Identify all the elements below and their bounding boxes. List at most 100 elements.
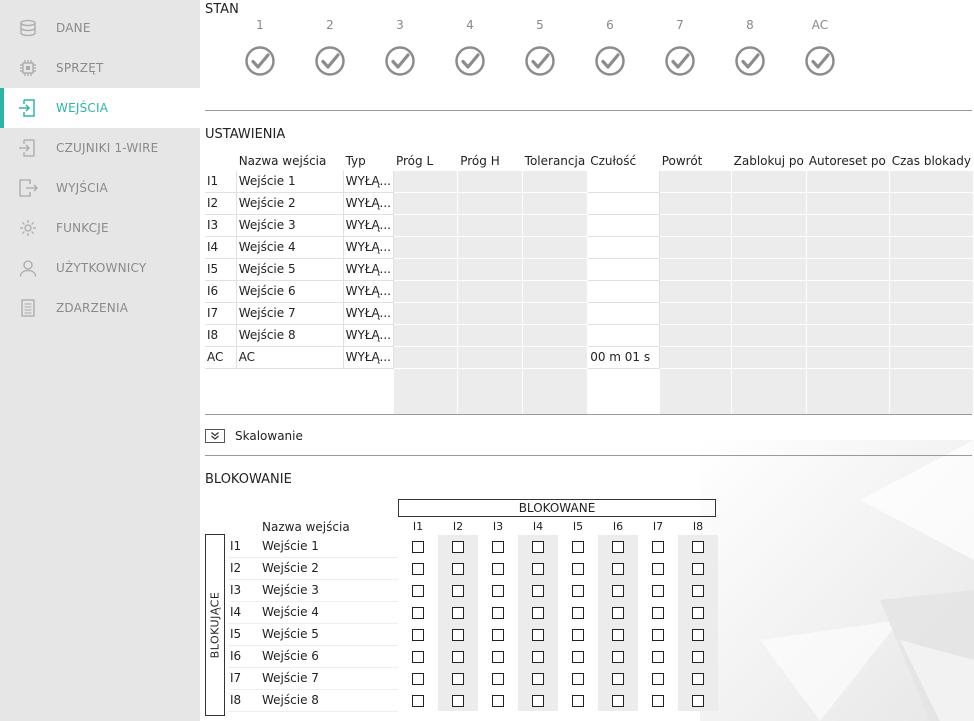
autoreset-field[interactable]	[806, 258, 890, 281]
blocking-checkbox[interactable]	[572, 628, 584, 641]
czulosc-field[interactable]	[587, 236, 660, 259]
blocking-checkbox[interactable]	[572, 694, 584, 707]
czulosc-field[interactable]	[587, 214, 660, 237]
powrot-field[interactable]	[659, 258, 732, 281]
zablokuj-field[interactable]	[731, 302, 807, 325]
czas-blokady-field[interactable]	[889, 302, 974, 325]
tolerancja-field[interactable]	[522, 236, 589, 259]
blocking-checkbox[interactable]	[412, 606, 424, 619]
powrot-field[interactable]	[659, 324, 732, 347]
blocking-checkbox[interactable]	[572, 584, 584, 597]
powrot-field[interactable]	[659, 192, 732, 215]
zablokuj-field[interactable]	[731, 324, 807, 347]
blocking-checkbox[interactable]	[692, 606, 704, 619]
blocking-checkbox[interactable]	[612, 694, 624, 707]
blocking-checkbox[interactable]	[452, 562, 464, 575]
czas-blokady-field[interactable]	[889, 214, 974, 237]
input-name-field[interactable]: Wejście 2	[236, 192, 344, 215]
type-select[interactable]: WYŁĄ...	[343, 236, 394, 259]
prog-h-field[interactable]	[457, 346, 523, 369]
czulosc-field[interactable]	[587, 258, 660, 281]
blocking-checkbox[interactable]	[412, 650, 424, 663]
powrot-field[interactable]	[659, 280, 732, 303]
tolerancja-field[interactable]	[522, 346, 589, 369]
blocking-checkbox[interactable]	[692, 650, 704, 663]
blocking-checkbox[interactable]	[612, 562, 624, 575]
row-id[interactable]: I7	[205, 302, 237, 325]
powrot-field[interactable]	[659, 170, 732, 193]
table-row[interactable]: I2 Wejście 2 WYŁĄ...	[205, 192, 974, 215]
input-name-field[interactable]: Wejście 6	[236, 280, 344, 303]
autoreset-field[interactable]	[806, 324, 890, 347]
powrot-field[interactable]	[659, 346, 732, 369]
blocking-checkbox[interactable]	[452, 606, 464, 619]
zablokuj-field[interactable]	[731, 214, 807, 237]
blocking-checkbox[interactable]	[412, 694, 424, 707]
tolerancja-field[interactable]	[522, 324, 589, 347]
table-row[interactable]: I4 Wejście 4 WYŁĄ...	[205, 236, 974, 259]
autoreset-field[interactable]	[806, 192, 890, 215]
blocking-checkbox[interactable]	[572, 540, 584, 553]
prog-l-field[interactable]	[393, 324, 459, 347]
sidebar-item-dane[interactable]: DANE	[0, 8, 200, 48]
blocking-checkbox[interactable]	[452, 584, 464, 597]
row-id[interactable]: I4	[205, 236, 237, 259]
blocking-checkbox[interactable]	[492, 694, 504, 707]
blocking-checkbox[interactable]	[452, 540, 464, 553]
table-row[interactable]: I5 Wejście 5 WYŁĄ...	[205, 258, 974, 281]
prog-h-field[interactable]	[457, 302, 523, 325]
blocking-checkbox[interactable]	[452, 650, 464, 663]
blocking-checkbox[interactable]	[612, 606, 624, 619]
row-id[interactable]: I8	[205, 324, 237, 347]
autoreset-field[interactable]	[806, 236, 890, 259]
type-select[interactable]: WYŁĄ...	[343, 302, 394, 325]
blocking-checkbox[interactable]	[412, 562, 424, 575]
tolerancja-field[interactable]	[522, 170, 589, 193]
sidebar-item-wyjscia[interactable]: WYJŚCIA	[0, 168, 200, 208]
table-row[interactable]: I6 Wejście 6 WYŁĄ...	[205, 280, 974, 303]
czas-blokady-field[interactable]	[889, 170, 974, 193]
blocking-checkbox[interactable]	[652, 540, 664, 553]
prog-l-field[interactable]	[393, 280, 459, 303]
blocking-checkbox[interactable]	[532, 650, 544, 663]
row-id[interactable]: AC	[205, 346, 237, 369]
blocking-checkbox[interactable]	[572, 606, 584, 619]
prog-l-field[interactable]	[393, 170, 459, 193]
row-id[interactable]: I2	[205, 192, 237, 215]
autoreset-field[interactable]	[806, 346, 890, 369]
type-select[interactable]: WYŁĄ...	[343, 258, 394, 281]
type-select[interactable]: WYŁĄ...	[343, 192, 394, 215]
input-name-field[interactable]: Wejście 1	[236, 170, 344, 193]
autoreset-field[interactable]	[806, 170, 890, 193]
autoreset-field[interactable]	[806, 214, 890, 237]
expand-chevron-icon[interactable]	[205, 429, 225, 443]
czas-blokady-field[interactable]	[889, 324, 974, 347]
blocking-checkbox[interactable]	[572, 672, 584, 685]
powrot-field[interactable]	[659, 302, 732, 325]
blocking-checkbox[interactable]	[692, 694, 704, 707]
blocking-checkbox[interactable]	[452, 672, 464, 685]
blocking-checkbox[interactable]	[612, 584, 624, 597]
blocking-checkbox[interactable]	[652, 584, 664, 597]
input-name-field[interactable]: Wejście 3	[236, 214, 344, 237]
table-row[interactable]: I1 Wejście 1 WYŁĄ...	[205, 170, 974, 193]
prog-l-field[interactable]	[393, 302, 459, 325]
czulosc-field[interactable]	[587, 170, 660, 193]
zablokuj-field[interactable]	[731, 346, 807, 369]
blocking-checkbox[interactable]	[612, 650, 624, 663]
zablokuj-field[interactable]	[731, 192, 807, 215]
tolerancja-field[interactable]	[522, 214, 589, 237]
input-name-field[interactable]: Wejście 4	[236, 236, 344, 259]
czulosc-field[interactable]	[587, 192, 660, 215]
input-name-field[interactable]: Wejście 7	[236, 302, 344, 325]
zablokuj-field[interactable]	[731, 280, 807, 303]
row-id[interactable]: I1	[205, 170, 237, 193]
sidebar-item-sprzet[interactable]: SPRZĘT	[0, 48, 200, 88]
blocking-checkbox[interactable]	[492, 672, 504, 685]
sidebar-item-funkcje[interactable]: FUNKCJE	[0, 208, 200, 248]
input-name-field[interactable]: Wejście 5	[236, 258, 344, 281]
table-row[interactable]: I3 Wejście 3 WYŁĄ...	[205, 214, 974, 237]
prog-l-field[interactable]	[393, 214, 459, 237]
blocking-checkbox[interactable]	[572, 562, 584, 575]
prog-h-field[interactable]	[457, 280, 523, 303]
